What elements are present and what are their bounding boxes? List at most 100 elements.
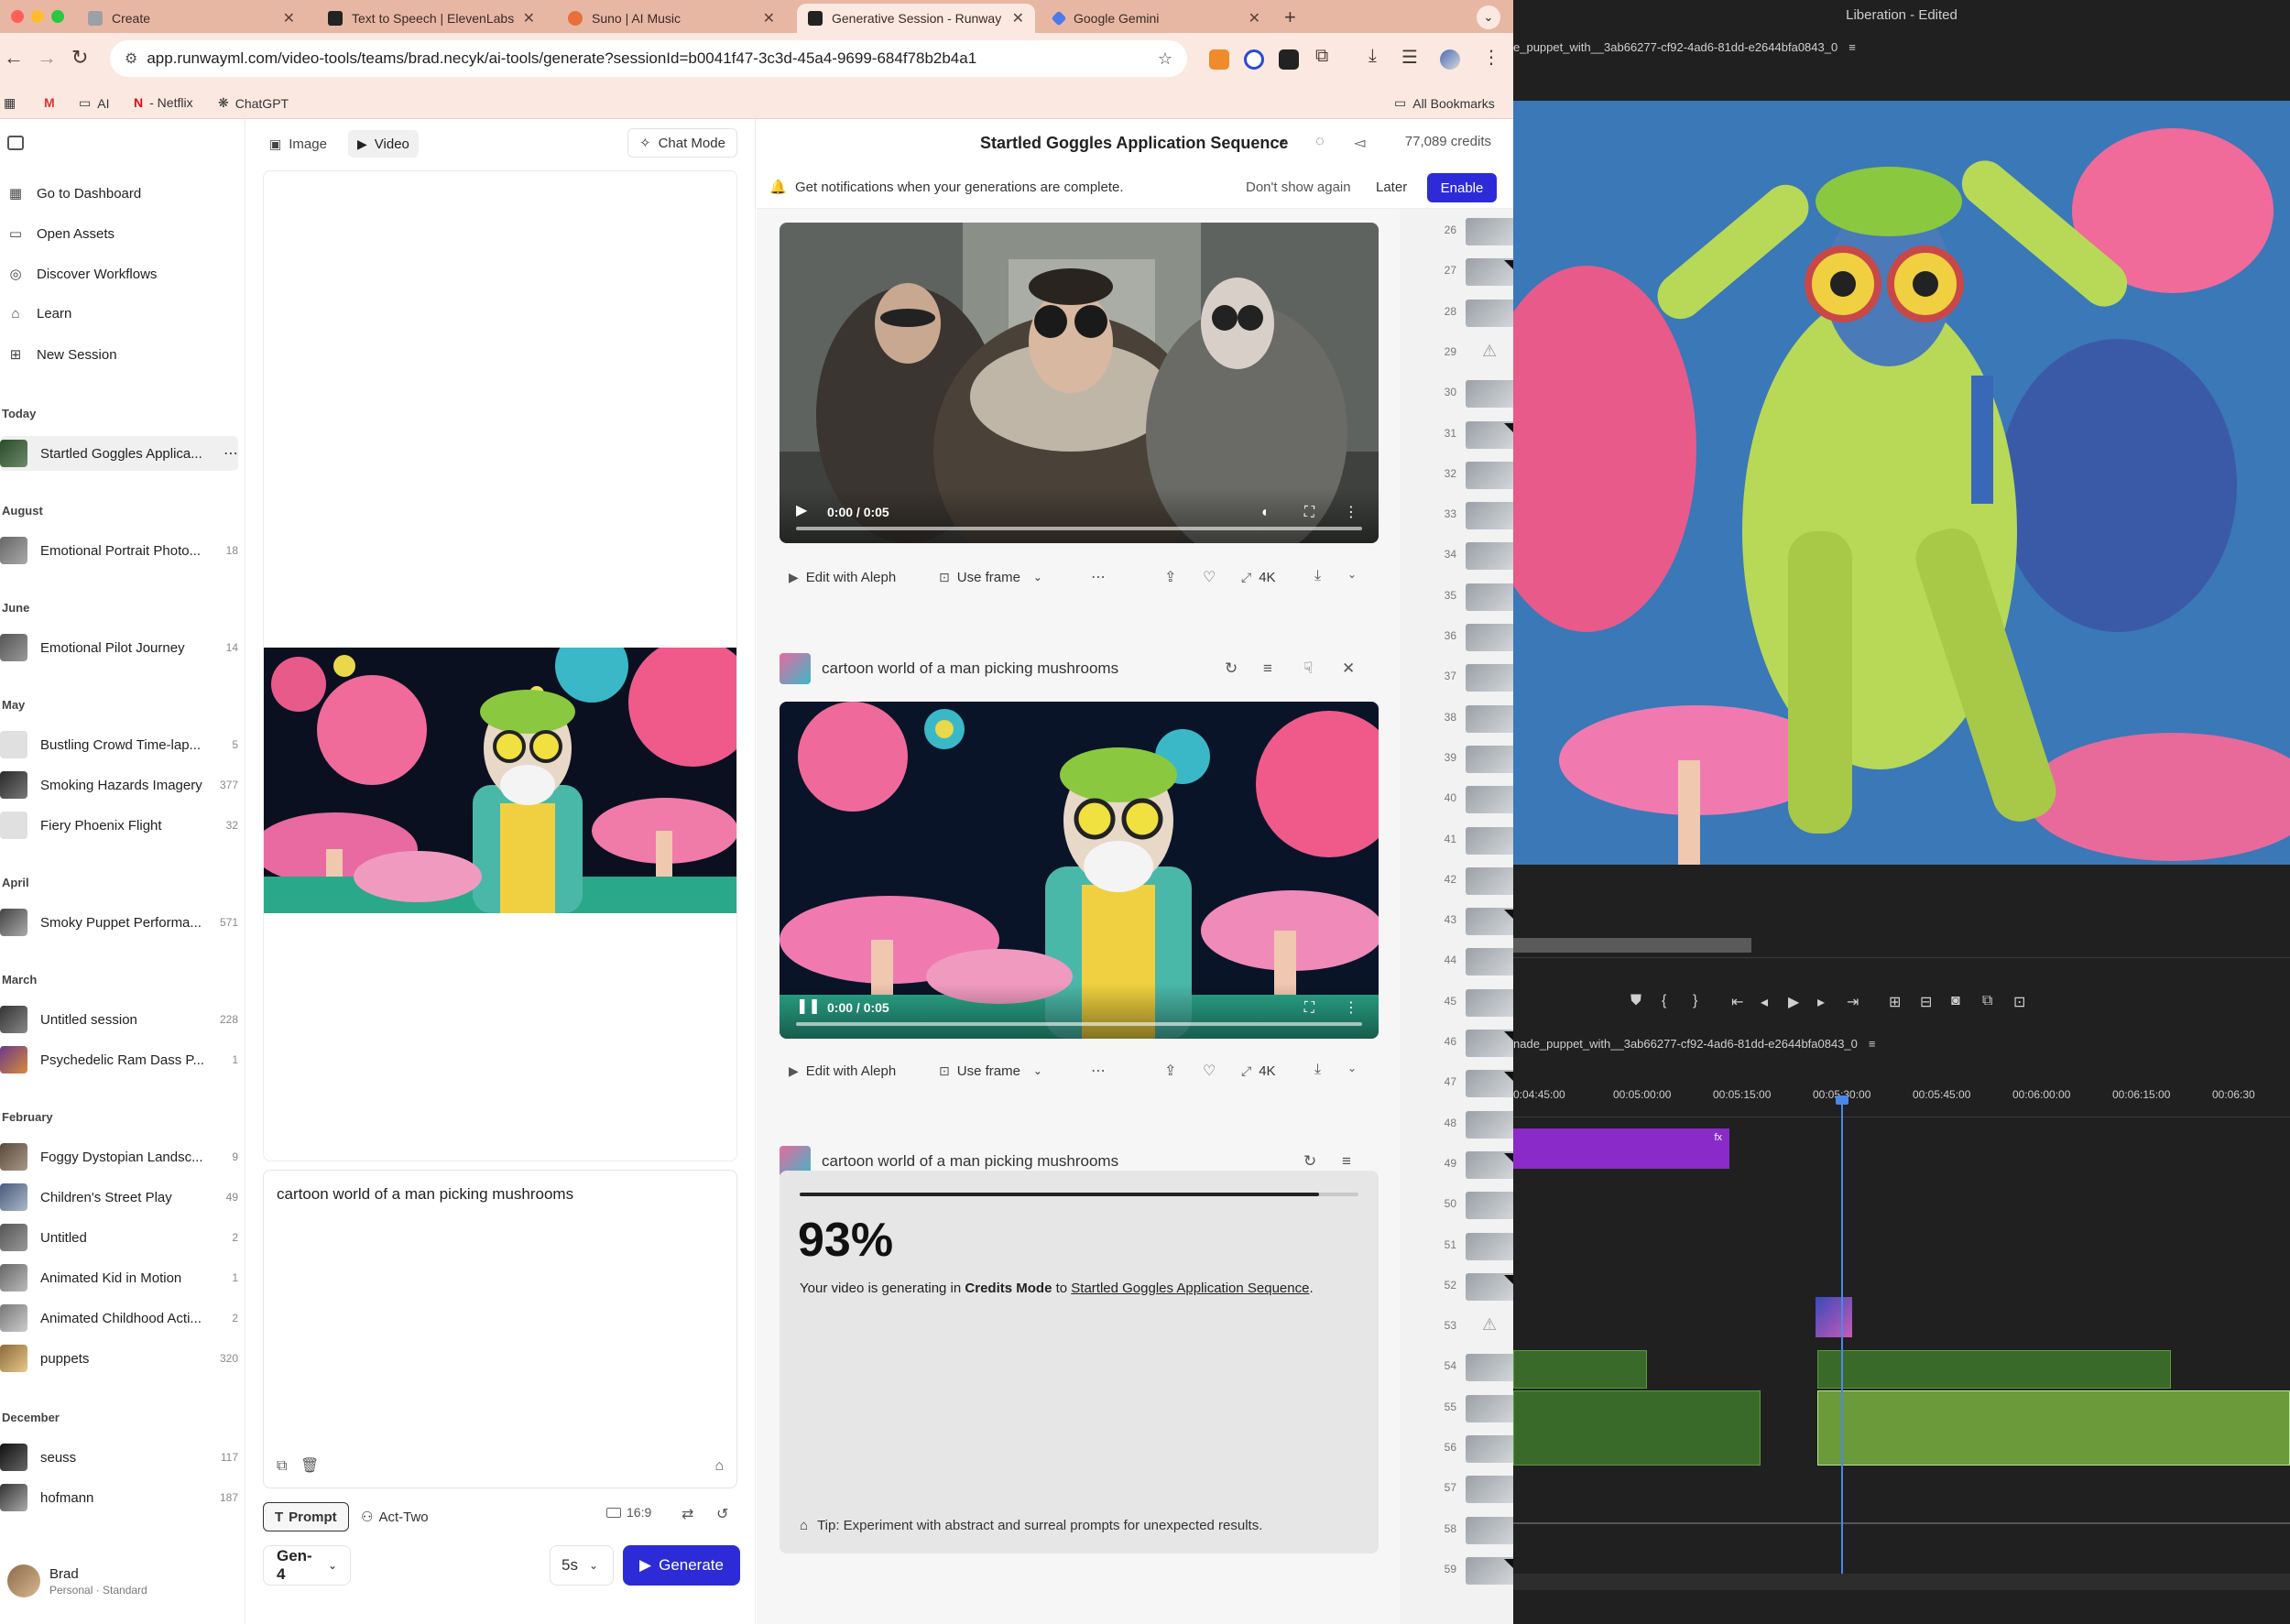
rail-item[interactable]: 47 [1400,1063,1513,1103]
metamask-extension-icon[interactable] [1209,49,1229,70]
rail-item[interactable]: 44 [1400,941,1513,981]
overwrite-icon[interactable]: ⊟ [1920,993,1932,1011]
audio-clip[interactable] [1513,1350,1647,1389]
rail-item[interactable]: 33 [1400,495,1513,535]
thumbs-down-icon[interactable]: ☟ [1303,659,1313,678]
session-item[interactable]: Smoking Hazards Imagery 377 [0,768,238,802]
use-frame-button[interactable]: ⊡ Use frame ⌄ [930,563,1052,591]
rail-item[interactable]: 46 [1400,1022,1513,1063]
upscale-4k-button[interactable]: ⤢ 4K [1232,1057,1285,1084]
marker-icon[interactable]: ⛊ [1630,993,1641,1009]
video-player[interactable]: ▶ 0:00 / 0:05 ◖ ⛶ ⋮ [780,223,1379,543]
bookmark-ai[interactable]: ▭ AI [79,95,109,111]
browser-menu-icon[interactable]: ⋮ [1482,46,1500,69]
forward-arrow-icon[interactable]: → [37,46,57,70]
later-button[interactable]: Later [1376,180,1407,195]
rail-item[interactable]: 53 ⚠ [1400,1306,1513,1346]
rail-item[interactable]: 39 [1400,738,1513,779]
reuse-prompt-icon[interactable]: ≡ [1342,1152,1351,1171]
program-monitor-name[interactable]: e_puppet_with__3ab66277-cf92-4ad6-81dd-e… [1513,40,1856,54]
bookmark-netflix[interactable]: N- Netflix [134,95,193,110]
nav-assets[interactable]: ▭ Open Assets [7,225,114,243]
maximize-window-button[interactable] [51,10,64,23]
address-bar[interactable]: ⚙ app.runwayml.com/video-tools/teams/bra… [110,40,1187,77]
tab-elevenlabs[interactable]: Text to Speech | ElevenLabs ✕ [317,4,546,33]
rail-item[interactable]: 37 [1400,657,1513,697]
rail-item[interactable]: 56 [1400,1428,1513,1468]
back-arrow-icon[interactable]: ← [4,46,24,70]
settings-icon[interactable]: ⊡ [2013,993,2025,1011]
volume-icon[interactable]: ◖ [1260,505,1269,521]
rail-item[interactable]: 51 [1400,1226,1513,1266]
rail-item[interactable]: 42 [1400,860,1513,900]
session-item[interactable]: seuss 117 [0,1440,238,1475]
new-tab-button[interactable]: + [1284,5,1296,29]
user-profile[interactable]: Brad Personal · Standard [7,1564,147,1597]
nav-workflows[interactable]: ◎ Discover Workflows [7,266,157,283]
bookmark-chatgpt[interactable]: ❋ ChatGPT [218,95,289,111]
sequence-name[interactable]: nade_puppet_with__3ab66277-cf92-4ad6-81d… [1513,1037,1875,1051]
rail-item[interactable]: 28 [1400,292,1513,332]
close-icon[interactable]: ✕ [283,9,295,27]
insert-icon[interactable]: ⊞ [1889,993,1901,1011]
menu-icon[interactable]: ≡ [1869,1037,1876,1051]
reference-image[interactable] [264,648,736,913]
aspect-ratio-button[interactable]: 16:9 [606,1505,651,1520]
session-item[interactable]: Emotional Portrait Photo... 18 [0,533,238,568]
prompt-mode-button[interactable]: T Prompt [263,1502,349,1531]
apps-grid-icon[interactable]: ▦ [4,95,16,111]
timeline-scrollbar[interactable] [1513,1574,2290,1590]
page-title[interactable]: Startled Goggles Application Sequence [980,134,1288,153]
rail-item[interactable]: 41 [1400,820,1513,860]
step-forward-icon[interactable]: ▸ [1817,993,1825,1011]
more-options-icon[interactable]: ⋯ [1270,132,1286,151]
fullscreen-icon[interactable]: ⛶ [1304,505,1314,521]
play-icon[interactable]: ▶ [1788,993,1799,1011]
camera-icon[interactable]: ◙ [1951,993,1960,1009]
rail-item[interactable]: 49 [1400,1144,1513,1184]
reload-icon[interactable]: ↻ [71,46,88,70]
chevron-down-icon[interactable]: ⌄ [1033,571,1042,583]
session-item[interactable]: Foggy Dystopian Landsc... 9 [0,1139,238,1174]
video-clip[interactable] [1816,1297,1852,1337]
rail-item[interactable]: 38 [1400,698,1513,738]
close-icon[interactable]: ✕ [1012,9,1024,27]
edit-with-aleph-button[interactable]: ▶ Edit with Aleph [780,563,905,591]
nav-dashboard[interactable]: ▦ Go to Dashboard [7,185,141,202]
reuse-prompt-icon[interactable]: ≡ [1263,659,1272,678]
session-item[interactable]: puppets 320 [0,1341,238,1376]
all-bookmarks[interactable]: ▭ All Bookmarks [1394,95,1495,111]
mark-in-icon[interactable]: { [1662,993,1666,1009]
retry-icon[interactable]: ↻ [1225,659,1238,678]
session-link[interactable]: Startled Goggles Application Sequence [1071,1281,1309,1296]
program-monitor[interactable] [1513,101,2290,865]
tab-image[interactable]: ▣ Image [260,130,336,158]
enable-notifications-button[interactable]: Enable [1427,173,1497,202]
mark-out-icon[interactable]: } [1693,993,1697,1009]
chevron-down-icon[interactable]: ⌄ [1347,1062,1357,1074]
sidebar-toggle-icon[interactable] [7,136,24,150]
prompt-box[interactable]: cartoon world of a man picking mushrooms… [263,1170,737,1488]
menu-icon[interactable]: ≡ [1848,40,1856,54]
nav-new-session[interactable]: ⊞ New Session [7,346,117,364]
gmail-icon[interactable]: M [44,95,55,110]
rail-item[interactable]: 57 [1400,1468,1513,1509]
rail-item[interactable]: 58 [1400,1510,1513,1550]
extension-icon[interactable] [1244,49,1264,70]
session-item[interactable]: Fiery Phoenix Flight 32 [0,808,238,843]
session-item[interactable]: Children's Street Play 49 [0,1180,238,1215]
rail-item[interactable]: 40 [1400,779,1513,819]
chevron-down-icon[interactable]: ⌄ [1347,568,1357,581]
close-icon[interactable]: ✕ [763,9,775,27]
reset-icon[interactable]: ↺ [716,1505,728,1523]
share-icon[interactable]: ⇪ [1164,568,1176,586]
use-frame-button[interactable]: ⊡ Use frame ⌄ [930,1057,1052,1084]
rail-item[interactable]: 31 [1400,414,1513,454]
chat-mode-button[interactable]: ✧ Chat Mode [627,128,737,158]
rail-item[interactable]: 55 [1400,1388,1513,1428]
video-scrubber[interactable] [796,527,1362,530]
chevron-down-icon[interactable]: ⌄ [1033,1064,1042,1077]
go-to-in-icon[interactable]: ⇤ [1731,993,1743,1011]
play-icon[interactable]: ▶ [796,501,807,519]
prompt-input[interactable]: cartoon world of a man picking mushrooms [277,1185,573,1204]
